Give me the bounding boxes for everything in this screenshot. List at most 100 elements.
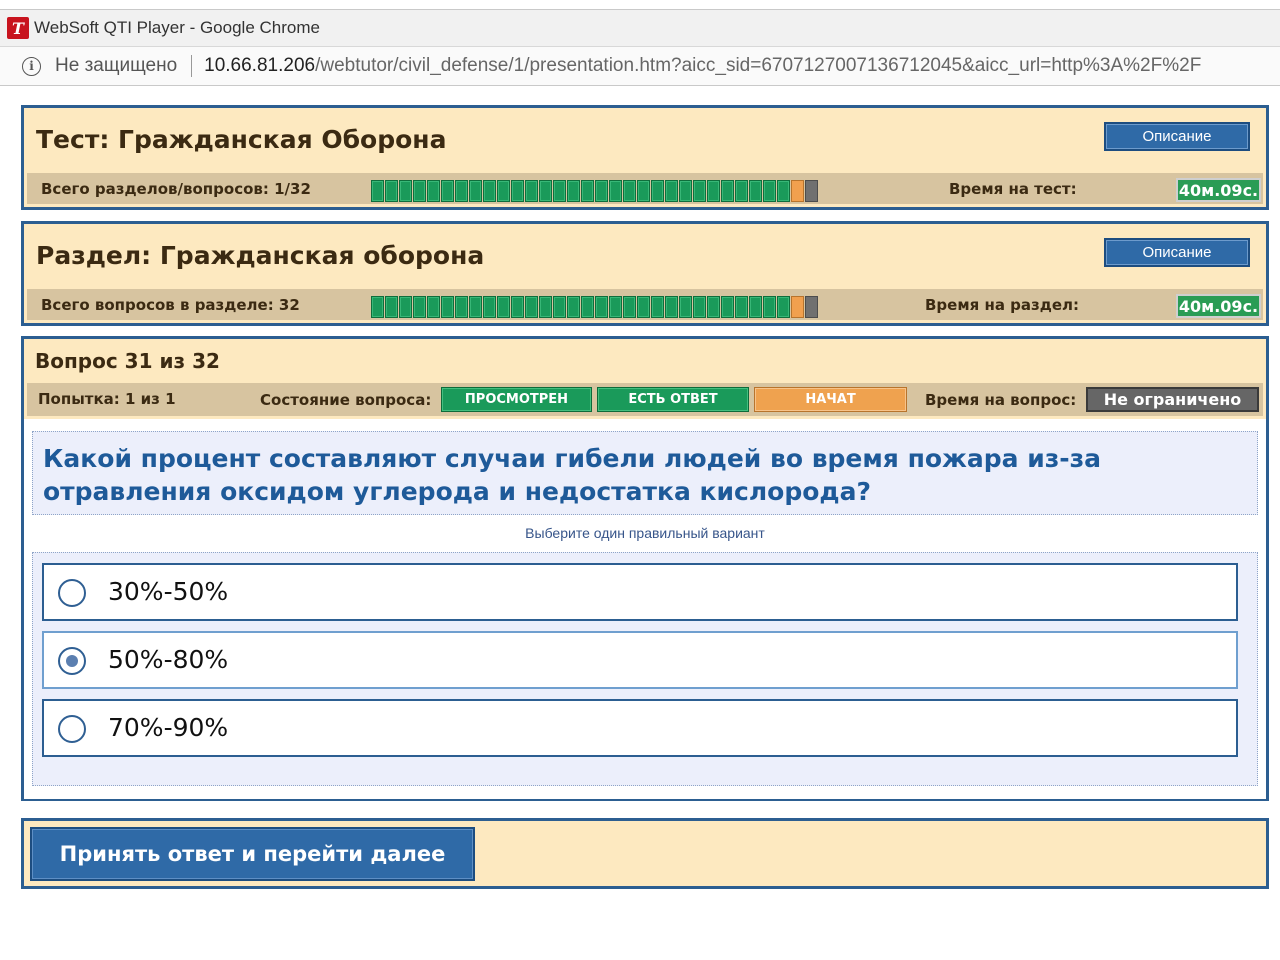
progress-segment: [679, 180, 692, 202]
answer-option-1[interactable]: 30%-50%: [42, 563, 1238, 621]
section-description-button[interactable]: Описание: [1104, 238, 1250, 267]
info-icon[interactable]: i: [22, 56, 41, 76]
progress-segment: [679, 296, 692, 318]
address-bar[interactable]: i Не защищено 10.66.81.206/webtutor/civi…: [0, 46, 1280, 86]
section-progress-bar: [371, 296, 818, 318]
progress-segment: [567, 180, 580, 202]
radio-button-3[interactable]: [58, 715, 86, 743]
progress-segment: [371, 180, 384, 202]
question-info-row: Попытка: 1 из 1 Состояние вопроса: ПРОСМ…: [27, 383, 1263, 416]
progress-segment: [399, 296, 412, 318]
progress-segment: [595, 180, 608, 202]
test-panel: Тест: Гражданская Оборона Описание Всего…: [21, 105, 1269, 210]
question-time-value: Не ограничено: [1086, 387, 1259, 412]
url-host[interactable]: 10.66.81.206: [204, 55, 315, 76]
progress-segment: [483, 180, 496, 202]
progress-segment: [399, 180, 412, 202]
answer-hint: Выберите один правильный вариант: [525, 525, 765, 541]
submit-panel: Принять ответ и перейти далее: [21, 818, 1269, 889]
section-timer: 40м.09с.: [1176, 294, 1261, 318]
progress-segment: [497, 180, 510, 202]
question-panel: Вопрос 31 из 32 Попытка: 1 из 1 Состояни…: [21, 336, 1269, 801]
section-panel: Раздел: Гражданская оборона Описание Все…: [21, 221, 1269, 326]
answer-option-label: 70%-90%: [108, 713, 229, 742]
progress-segment: [581, 180, 594, 202]
url-path[interactable]: /webtutor/civil_defense/1/presentation.h…: [315, 55, 1201, 76]
progress-segment: [441, 296, 454, 318]
status-started-badge: НАЧАТ: [754, 387, 907, 412]
radio-button-2[interactable]: [58, 647, 86, 675]
answer-option-3[interactable]: 70%-90%: [42, 699, 1238, 757]
progress-segment: [427, 296, 440, 318]
progress-segment: [497, 296, 510, 318]
progress-segment: [469, 296, 482, 318]
insecure-label[interactable]: Не защищено: [55, 55, 177, 77]
progress-segment: [749, 180, 762, 202]
progress-segment: [553, 296, 566, 318]
progress-segment: [511, 296, 524, 318]
websoft-logo-icon: T: [7, 17, 29, 39]
section-time-label: Время на раздел:: [925, 296, 1080, 314]
progress-segment: [637, 180, 650, 202]
test-time-label: Время на тест:: [949, 180, 1077, 198]
submit-answer-button[interactable]: Принять ответ и перейти далее: [30, 827, 475, 881]
progress-segment: [763, 296, 776, 318]
progress-segment: [707, 180, 720, 202]
progress-segment: [427, 180, 440, 202]
test-description-button[interactable]: Описание: [1104, 122, 1250, 151]
question-body: Какой процент составляют случаи гибели л…: [24, 419, 1266, 799]
progress-segment: [665, 180, 678, 202]
progress-segment: [721, 296, 734, 318]
progress-segment: [665, 296, 678, 318]
progress-segment: [413, 180, 426, 202]
progress-segment: [595, 296, 608, 318]
progress-segment: [805, 296, 818, 318]
progress-segment: [371, 296, 384, 318]
radio-button-1[interactable]: [58, 579, 86, 607]
progress-segment: [735, 296, 748, 318]
progress-segment: [385, 296, 398, 318]
section-count-label: Всего вопросов в разделе: 32: [41, 296, 300, 314]
test-count-label: Всего разделов/вопросов: 1/32: [41, 180, 311, 198]
answer-option-label: 50%-80%: [108, 645, 229, 674]
progress-segment: [693, 180, 706, 202]
test-timer: 40м.09с.: [1176, 178, 1261, 202]
progress-segment: [609, 296, 622, 318]
progress-segment: [609, 180, 622, 202]
status-answered-badge: ЕСТЬ ОТВЕТ: [597, 387, 749, 412]
progress-segment: [525, 296, 538, 318]
question-text: Какой процент составляют случаи гибели л…: [43, 444, 1102, 506]
progress-segment: [791, 296, 804, 318]
test-info-row: Всего разделов/вопросов: 1/32 Время на т…: [27, 173, 1263, 204]
progress-segment: [735, 180, 748, 202]
progress-segment: [441, 180, 454, 202]
address-separator: [191, 55, 193, 77]
progress-segment: [651, 296, 664, 318]
window-title: WebSoft QTI Player - Google Chrome: [34, 18, 320, 37]
progress-segment: [455, 296, 468, 318]
browser-title-bar: T WebSoft QTI Player - Google Chrome: [0, 9, 1280, 46]
progress-segment: [721, 180, 734, 202]
question-text-box: Какой процент составляют случаи гибели л…: [32, 431, 1258, 515]
test-title: Тест: Гражданская Оборона: [36, 125, 447, 154]
progress-segment: [651, 180, 664, 202]
state-label: Состояние вопроса:: [260, 391, 432, 409]
section-title: Раздел: Гражданская оборона: [36, 241, 485, 270]
test-progress-bar: [371, 180, 818, 202]
progress-segment: [539, 296, 552, 318]
answer-option-2[interactable]: 50%-80%: [42, 631, 1238, 689]
progress-segment: [707, 296, 720, 318]
progress-segment: [567, 296, 580, 318]
progress-segment: [511, 180, 524, 202]
progress-segment: [749, 296, 762, 318]
progress-segment: [483, 296, 496, 318]
answer-option-label: 30%-50%: [108, 577, 229, 606]
progress-segment: [763, 180, 776, 202]
url-text[interactable]: 10.66.81.206/webtutor/civil_defense/1/pr…: [204, 55, 1201, 77]
progress-segment: [791, 180, 804, 202]
progress-segment: [623, 296, 636, 318]
attempt-label: Попытка: 1 из 1: [38, 390, 176, 408]
progress-segment: [525, 180, 538, 202]
progress-segment: [777, 180, 790, 202]
section-info-row: Всего вопросов в разделе: 32 Время на ра…: [27, 289, 1263, 320]
